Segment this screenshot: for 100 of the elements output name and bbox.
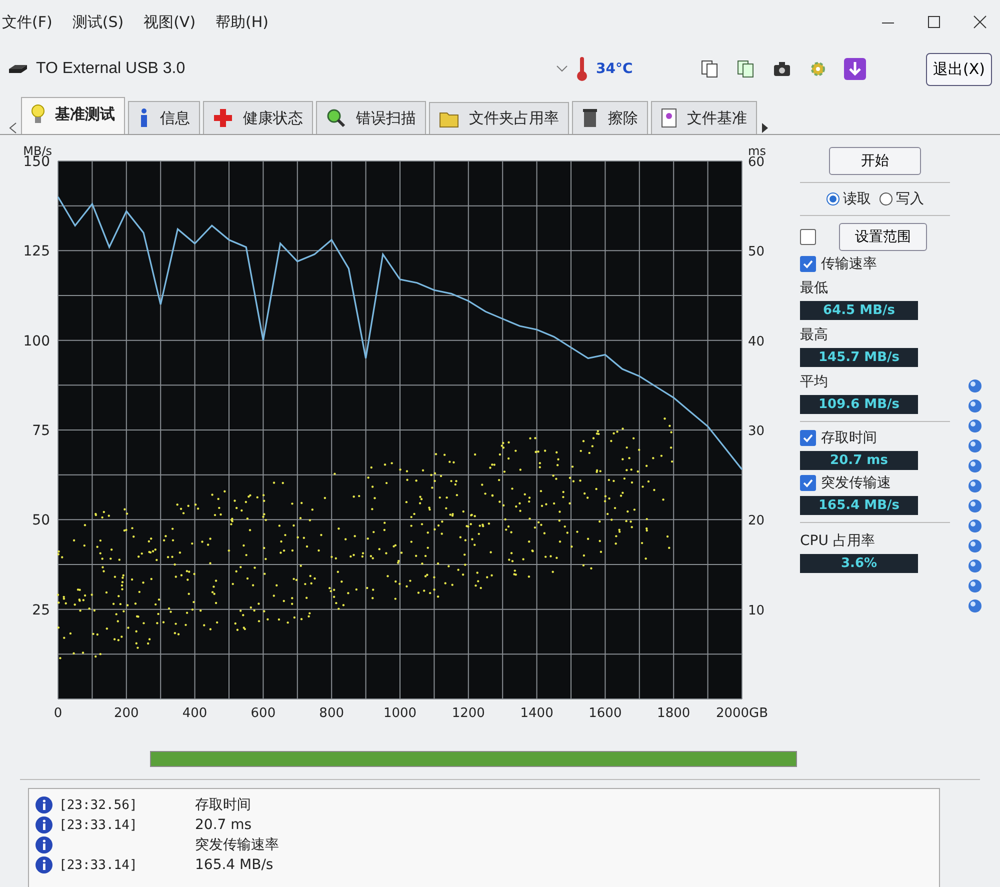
right-axis-unit: ms — [748, 144, 766, 158]
sphere-icon — [968, 539, 982, 553]
gear-icon[interactable] — [808, 59, 828, 79]
close-icon[interactable] — [972, 14, 988, 30]
checkbox-label: 突发传输速 — [821, 474, 891, 492]
info-icon — [35, 836, 53, 854]
log-message: 20.7 ms — [195, 817, 252, 833]
log-time: [23:33.14] — [59, 858, 138, 872]
checkmark-icon — [803, 433, 813, 443]
checkbox-label: 传输速率 — [821, 255, 877, 273]
info-icon — [35, 856, 53, 874]
tab[interactable]: 文件基准 — [651, 101, 757, 134]
checkmark-icon — [803, 259, 813, 269]
caret-icon — [556, 65, 568, 73]
sphere-icon — [968, 479, 982, 493]
trash-icon — [582, 108, 598, 128]
log-message: 存取时间 — [195, 796, 251, 814]
x-tick-label: 600 — [250, 706, 276, 721]
tab[interactable]: 文件夹占用率 — [429, 102, 569, 134]
sphere-icon — [968, 579, 982, 593]
x-tick-label: 200 — [114, 706, 139, 721]
right-tick-label: 20 — [748, 514, 765, 529]
y-tick-label: 125 — [23, 244, 50, 260]
sphere-icon — [968, 599, 982, 613]
checkbox[interactable] — [800, 430, 816, 446]
info-icon — [35, 816, 53, 834]
checkmark-icon — [803, 478, 813, 488]
x-tick-label: 1600 — [588, 706, 622, 721]
stat-value: 145.7 MB/s — [800, 348, 918, 367]
set-range-button[interactable]: 设置范围 — [839, 223, 927, 251]
x-tick-label: 400 — [182, 706, 208, 721]
right-tick-label: 40 — [748, 334, 765, 350]
light-bulb-icon — [31, 104, 45, 124]
scroll-right-icon[interactable] — [760, 122, 770, 134]
right-tick-label: 60 — [748, 155, 765, 170]
x-tick-label: 1200 — [452, 706, 485, 721]
menu-item[interactable]: 视图(V) — [144, 12, 196, 32]
sphere-icon — [968, 459, 982, 473]
log-time: [23:33.14] — [59, 818, 138, 832]
checkbox-label: 存取时间 — [821, 429, 877, 447]
right-tick-label: 10 — [748, 603, 765, 618]
drive-dropdown[interactable]: TO External USB 3.0 — [8, 54, 568, 84]
stat-value: 165.4 MB/s — [800, 496, 918, 515]
copy-icon[interactable] — [736, 59, 756, 79]
sphere-icon — [968, 399, 982, 413]
menu-item[interactable]: 帮助(H) — [216, 12, 269, 32]
menu-item[interactable]: 文件(F) — [2, 12, 52, 32]
tab[interactable]: 信息 — [128, 101, 200, 134]
sphere-icon — [968, 519, 982, 533]
stat-label: 最低 — [800, 279, 829, 297]
sphere-icon — [968, 499, 982, 513]
stat-label: 平均 — [800, 373, 829, 391]
x-tick-label: 1000 — [383, 706, 417, 721]
tab[interactable]: 错误扫描 — [316, 101, 426, 134]
folder-icon — [439, 110, 459, 128]
exit-button[interactable]: 退出(X) — [926, 52, 992, 86]
right-tick-label: 50 — [748, 244, 765, 260]
x-tick-label: 2000GB — [716, 706, 768, 721]
y-tick-label: 25 — [32, 602, 50, 618]
stat-label: 最高 — [800, 326, 829, 344]
search-icon — [326, 108, 346, 128]
log-message: 突发传输速率 — [195, 836, 279, 854]
tab[interactable]: 基准测试 — [21, 97, 125, 134]
right-tick-label: 30 — [748, 424, 765, 439]
stat-value: 109.6 MB/s — [800, 395, 918, 414]
y-tick-label: 100 — [23, 333, 50, 350]
scroll-left-icon[interactable] — [8, 122, 18, 134]
log-time: [23:32.56] — [59, 798, 138, 812]
sphere-icon — [968, 559, 982, 573]
stat-label: CPU 占用率 — [800, 532, 876, 550]
stat-value: 3.6% — [800, 554, 918, 573]
temperature-reading: 34°C — [596, 61, 634, 77]
info-icon — [138, 108, 150, 128]
checkbox[interactable] — [800, 475, 816, 491]
mode-radio[interactable]: 写入 — [879, 190, 924, 208]
sphere-icon — [968, 439, 982, 453]
maximize-icon[interactable] — [926, 14, 942, 30]
x-tick-label: 1400 — [520, 706, 554, 721]
checkbox[interactable] — [800, 256, 816, 272]
camera-icon[interactable] — [772, 59, 792, 79]
info-icon — [35, 796, 53, 814]
thermometer-icon — [576, 56, 588, 82]
mode-radio[interactable]: 读取 — [826, 190, 871, 208]
stat-value: 20.7 ms — [800, 451, 918, 470]
menu-item[interactable]: 测试(S) — [72, 12, 124, 32]
document-icon — [661, 108, 677, 128]
y-tick-label: 50 — [32, 512, 50, 529]
drive-icon — [8, 64, 28, 74]
tab[interactable]: 健康状态 — [203, 101, 313, 134]
start-button[interactable]: 开始 — [829, 147, 921, 175]
y-tick-label: 75 — [32, 423, 50, 439]
x-tick-label: 0 — [54, 706, 62, 721]
range-checkbox[interactable] — [800, 229, 816, 245]
download-icon[interactable] — [844, 58, 866, 80]
tab[interactable]: 擦除 — [572, 101, 648, 134]
stat-value: 64.5 MB/s — [800, 301, 918, 320]
sphere-icon — [968, 379, 982, 393]
sphere-icon — [968, 419, 982, 433]
x-tick-label: 1800 — [657, 706, 690, 721]
copy-icon[interactable] — [700, 59, 720, 79]
